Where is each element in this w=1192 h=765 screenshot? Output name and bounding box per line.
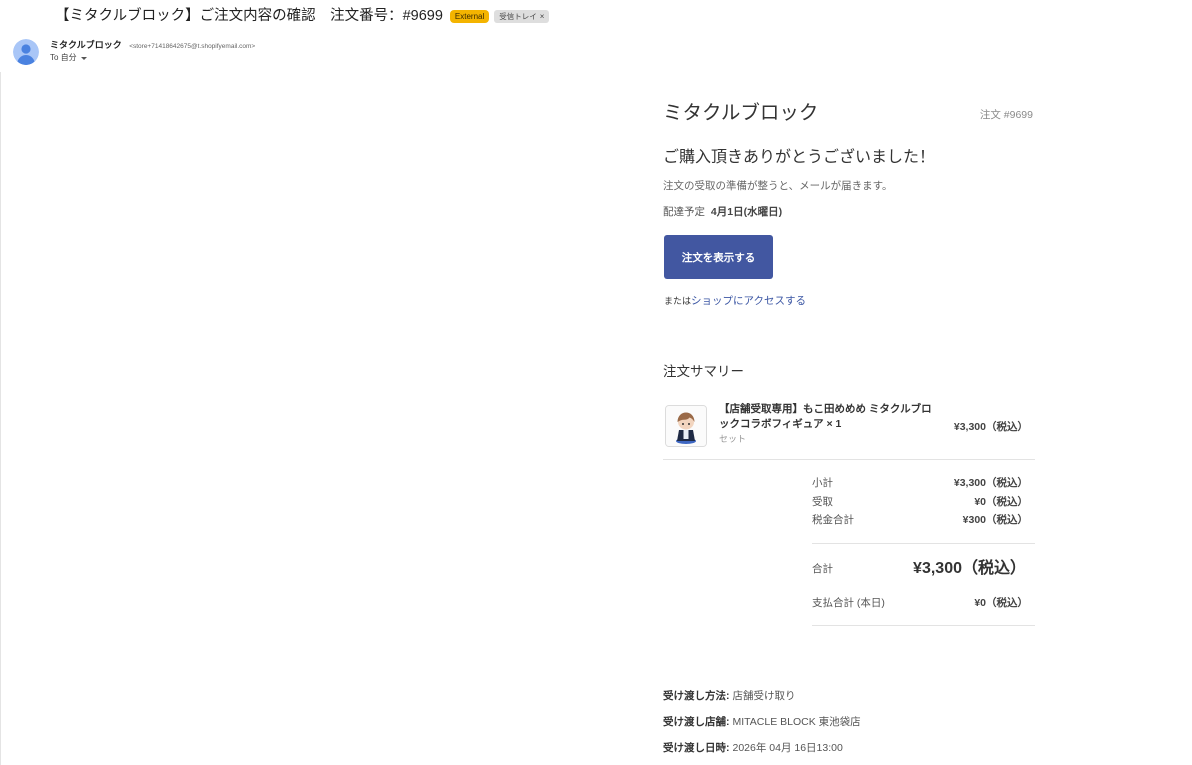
subtotal-value: ¥3,300（税込） bbox=[953, 477, 1028, 489]
tax-value: ¥300（税込） bbox=[962, 514, 1028, 526]
sender-address: <store+71418642675@t.shopifyemail.com> bbox=[129, 43, 256, 50]
product-title: 【店舗受取専用】もこ田めめめ ミタクルブロックコラボフィギュア × 1 bbox=[719, 403, 932, 430]
person-icon bbox=[13, 39, 39, 65]
product-variant: セット bbox=[719, 434, 747, 444]
divider bbox=[812, 543, 1035, 544]
total-row: 合計 ¥3,300（税込） bbox=[812, 558, 1026, 580]
sender-avatar bbox=[13, 39, 39, 65]
divider bbox=[812, 625, 1035, 626]
pickup-method: 受け渡し方法: 店舗受け取り bbox=[663, 689, 796, 703]
order-summary-title: 注文サマリー bbox=[663, 364, 744, 379]
email-subject: 【ミタクルブロック】ご注文内容の確認 注文番号：#9699 bbox=[55, 8, 443, 24]
subject-row: 【ミタクルブロック】ご注文内容の確認 注文番号：#9699 External 受… bbox=[55, 5, 554, 27]
external-label: External bbox=[449, 9, 490, 23]
pickup-store-label: 受け渡し店舗: bbox=[663, 716, 730, 728]
delivery-estimate: 配達予定 4月1日(水曜日) bbox=[663, 205, 782, 219]
subtotal-row: 小計 ¥3,300（税込） bbox=[812, 476, 1028, 490]
order-number: 注文 #9699 bbox=[979, 109, 1033, 121]
window-edge bbox=[0, 72, 1, 765]
inbox-label[interactable]: 受信トレイ × bbox=[494, 9, 550, 23]
recipient-text: To 自分 bbox=[50, 53, 77, 62]
pickup-method-label: 受け渡し方法: bbox=[663, 690, 730, 702]
tax-label: 税金合計 bbox=[812, 514, 854, 526]
total-label: 合計 bbox=[812, 563, 833, 575]
or-text: または bbox=[664, 296, 692, 306]
thank-you-heading: ご購入頂きありがとうございました！ bbox=[663, 149, 936, 166]
paid-today-label: 支払合計 (本日) bbox=[812, 597, 885, 609]
inbox-label-text: 受信トレイ bbox=[499, 11, 537, 21]
sender-name: ミタクルブロック bbox=[50, 40, 122, 50]
figure-image bbox=[666, 406, 706, 446]
pickup-fee-label: 受取 bbox=[812, 496, 833, 508]
visit-shop-link[interactable]: ショップにアクセスする bbox=[691, 295, 806, 307]
pickup-fee-row: 受取 ¥0（税込） bbox=[812, 495, 1028, 509]
paid-today-value: ¥0（税込） bbox=[974, 597, 1028, 609]
recipient-dropdown[interactable]: To 自分 bbox=[50, 52, 87, 63]
pickup-datetime-value: 2026年 04月 16日13:00 bbox=[732, 742, 843, 754]
shop-link-line: またはショップにアクセスする bbox=[664, 293, 806, 308]
pickup-fee-value: ¥0（税込） bbox=[974, 496, 1028, 508]
product-price: ¥3,300（税込） bbox=[953, 421, 1028, 433]
pickup-method-value: 店舗受け取り bbox=[732, 690, 796, 702]
sender-line: ミタクルブロック <store+71418642675@t.shopifyema… bbox=[50, 38, 255, 53]
pickup-datetime-label: 受け渡し日時: bbox=[663, 742, 730, 754]
total-value: ¥3,300（税込） bbox=[913, 560, 1026, 577]
product-thumbnail bbox=[665, 405, 707, 447]
tax-row: 税金合計 ¥300（税込） bbox=[812, 513, 1028, 527]
delivery-date: 4月1日(水曜日) bbox=[710, 206, 783, 218]
delivery-label: 配達予定 bbox=[663, 206, 705, 218]
divider bbox=[663, 459, 1035, 460]
close-icon[interactable]: × bbox=[540, 10, 545, 23]
pickup-store-value: MITACLE BLOCK 東池袋店 bbox=[732, 716, 861, 728]
paid-today-row: 支払合計 (本日) ¥0（税込） bbox=[812, 596, 1028, 610]
view-order-button[interactable]: 注文を表示する bbox=[664, 235, 773, 279]
pickup-datetime: 受け渡し日時: 2026年 04月 16日13:00 bbox=[663, 741, 843, 755]
chevron-down-icon[interactable] bbox=[80, 56, 87, 60]
subtotal-label: 小計 bbox=[812, 477, 833, 489]
shop-name: ミタクルブロック bbox=[663, 102, 819, 124]
pickup-notice: 注文の受取の準備が整うと、メールが届きます。 bbox=[663, 180, 893, 192]
pickup-store: 受け渡し店舗: MITACLE BLOCK 東池袋店 bbox=[663, 715, 861, 729]
